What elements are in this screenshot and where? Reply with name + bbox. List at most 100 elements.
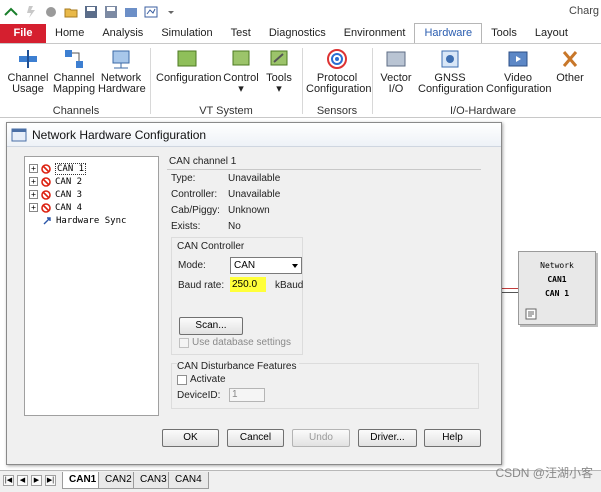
exists-value: No	[228, 221, 241, 232]
channel-heading: CAN channel 1	[169, 156, 237, 167]
protocol-configuration-icon	[326, 48, 348, 70]
tree-item-can4[interactable]: + CAN 4	[29, 201, 82, 214]
sheet-tab-can4[interactable]: CAN4	[168, 472, 209, 489]
tree-item-hardware-sync[interactable]: Hardware Sync	[42, 214, 126, 227]
network-node-title: Network	[540, 261, 574, 270]
import-icon[interactable]	[124, 5, 138, 19]
tab-simulation[interactable]: Simulation	[152, 24, 221, 43]
start-icon[interactable]	[24, 5, 38, 19]
help-button[interactable]: Help	[424, 429, 481, 447]
tab-test[interactable]: Test	[222, 24, 260, 43]
vt-control-dropdown-icon: ▾	[238, 83, 244, 95]
baud-rate-input[interactable]: 250.0	[230, 277, 266, 292]
dialog-title: Network Hardware Configuration	[32, 127, 207, 142]
tab-environment[interactable]: Environment	[335, 24, 415, 43]
use-database-settings-label: Use database settings	[192, 337, 291, 348]
baud-unit-label: kBaud	[275, 280, 304, 291]
expand-icon[interactable]: +	[29, 190, 38, 199]
tab-analysis[interactable]: Analysis	[93, 24, 152, 43]
window-title: Charg	[569, 5, 599, 17]
save-as-icon[interactable]	[104, 5, 118, 19]
controller-label: Controller:	[171, 189, 218, 200]
activate-label: Activate	[190, 374, 226, 385]
cab-piggy-label: Cab/Piggy:	[171, 205, 220, 216]
other-io-icon	[559, 48, 581, 70]
customize-toolbar-icon[interactable]	[164, 5, 178, 19]
ribbon-separator	[372, 48, 373, 114]
channel-tree: + CAN 1 + CAN 2 + CAN 3 + CAN 4 Hardware…	[24, 156, 159, 416]
vt-configuration-label: Configuration	[156, 72, 222, 84]
stop-icon[interactable]	[44, 5, 58, 19]
vt-control-button[interactable]: Control ▾	[222, 48, 260, 95]
tab-layout[interactable]: Layout	[526, 24, 577, 43]
device-id-input[interactable]: 1	[229, 388, 265, 402]
unavailable-icon	[41, 202, 51, 213]
vector-io-icon	[385, 48, 407, 70]
device-id-label: DeviceID:	[177, 390, 221, 401]
protocol-configuration-button[interactable]: Protocol Configuration	[306, 48, 371, 95]
vt-tools-icon	[268, 48, 290, 70]
vt-configuration-icon	[176, 48, 198, 70]
other-io-label: Other	[556, 72, 584, 84]
video-configuration-button[interactable]: Video Configuration	[486, 48, 551, 95]
cab-piggy-value: Unknown	[228, 205, 270, 216]
mode-select[interactable]: CAN	[230, 257, 302, 274]
expand-icon[interactable]: +	[29, 203, 38, 212]
channel-mapping-icon	[63, 48, 85, 70]
vector-io-button[interactable]: Vector I/O	[378, 48, 414, 95]
channels-group-label: Channels	[52, 105, 100, 117]
channel-mapping-button[interactable]: Channel Mapping	[52, 48, 96, 95]
gnss-configuration-button[interactable]: GNSS Configuration	[418, 48, 484, 95]
driver-button[interactable]: Driver...	[358, 429, 417, 447]
ribbon-separator	[302, 48, 303, 114]
heading-divider	[167, 169, 481, 170]
tree-item-can1[interactable]: + CAN 1	[29, 162, 87, 175]
last-tab-icon[interactable]: ▶|	[45, 475, 56, 486]
tree-item-label: Hardware Sync	[56, 215, 127, 226]
first-tab-icon[interactable]: |◀	[3, 475, 14, 486]
ribbon-tabs: File Home Analysis Simulation Test Diagn…	[0, 23, 601, 44]
open-folder-icon[interactable]	[64, 5, 78, 19]
next-tab-icon[interactable]: ▶	[31, 475, 42, 486]
cancel-button[interactable]: Cancel	[227, 429, 284, 447]
measurement-icon[interactable]	[144, 5, 158, 19]
tree-item-can2[interactable]: + CAN 2	[29, 175, 82, 188]
dialog-title-bar[interactable]: Network Hardware Configuration	[7, 123, 501, 147]
expand-icon[interactable]: +	[29, 164, 38, 173]
gnss-configuration-label-2: Configuration	[418, 83, 484, 95]
dialog-window-icon	[11, 128, 27, 142]
exists-label: Exists:	[171, 221, 201, 232]
save-icon[interactable]	[84, 5, 98, 19]
tree-item-can3[interactable]: + CAN 3	[29, 188, 82, 201]
tab-file[interactable]: File	[0, 24, 46, 43]
tab-diagnostics[interactable]: Diagnostics	[260, 24, 335, 43]
network-hardware-icon	[110, 48, 132, 70]
baud-rate-label: Baud rate:	[178, 280, 225, 291]
network-node[interactable]: Network CAN1 CAN 1	[518, 251, 596, 325]
scan-button[interactable]: Scan...	[179, 317, 243, 335]
channel-usage-button[interactable]: Channel Usage	[6, 48, 50, 95]
channel-usage-label-2: Usage	[12, 83, 44, 95]
ribbon-separator	[150, 48, 151, 114]
other-io-button[interactable]: Other	[554, 48, 586, 84]
chevron-down-icon	[292, 264, 298, 268]
network-hardware-label-2: Hardware	[98, 83, 146, 95]
ok-button[interactable]: OK	[162, 429, 219, 447]
tab-tools[interactable]: Tools	[482, 24, 526, 43]
vt-tools-button[interactable]: Tools ▾	[264, 48, 294, 95]
use-database-settings-checkbox[interactable]	[179, 338, 189, 348]
tab-home[interactable]: Home	[46, 24, 93, 43]
tab-hardware[interactable]: Hardware	[414, 23, 483, 43]
prev-tab-icon[interactable]: ◀	[17, 475, 28, 486]
vt-tools-dropdown-icon: ▾	[276, 83, 282, 95]
tree-item-label: CAN 2	[55, 176, 83, 187]
controller-value: Unavailable	[228, 189, 281, 200]
unavailable-icon	[41, 163, 51, 174]
can-controller-heading: CAN Controller	[177, 241, 245, 252]
node-config-icon	[525, 308, 537, 320]
vt-configuration-button[interactable]: Configuration	[156, 48, 222, 84]
undo-button[interactable]: Undo	[292, 429, 350, 447]
activate-checkbox[interactable]	[177, 375, 187, 385]
network-hardware-button[interactable]: Network Hardware	[98, 48, 146, 95]
expand-icon[interactable]: +	[29, 177, 38, 186]
